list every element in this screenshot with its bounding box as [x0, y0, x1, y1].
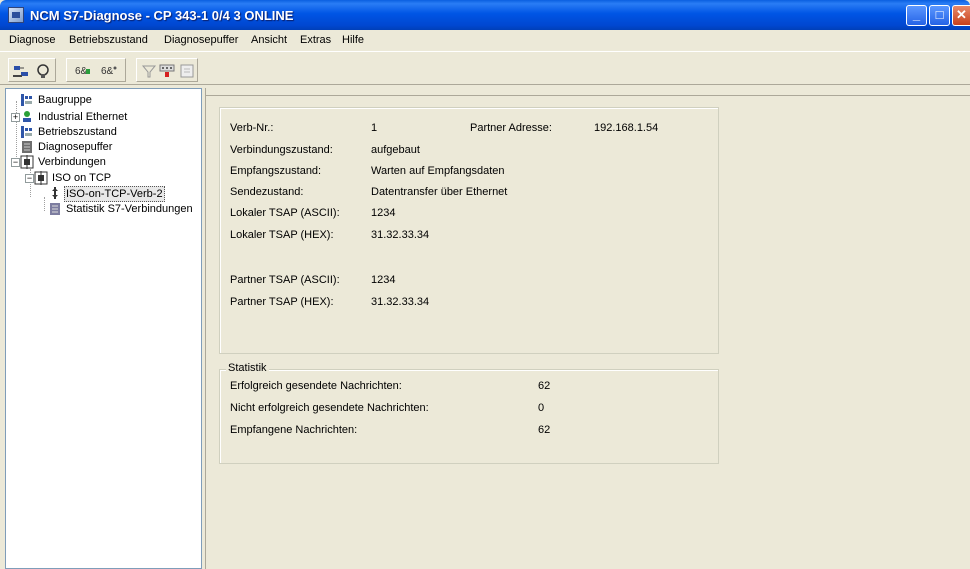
connections-icon — [34, 171, 48, 185]
statistik-group: Statistik Erfolgreich gesendete Nachrich… — [219, 362, 719, 464]
connection-details-group: Verb-Nr.: 1 Partner Adresse: 192.168.1.5… — [219, 107, 719, 354]
partner-tsap-hex-label: Partner TSAP (HEX): — [230, 296, 334, 308]
lokaler-tsap-hex-value: 31.32.33.34 — [371, 229, 430, 241]
nicht-gesendete-nachrichten-label: Nicht erfolgreich gesendete Nachrichten: — [230, 402, 429, 414]
lokaler-tsap-ascii-label: Lokaler TSAP (ASCII): — [230, 207, 340, 219]
nicht-gesendete-nachrichten-value: 0 — [538, 402, 545, 414]
sendezustand-label: Sendezustand: — [230, 186, 304, 198]
tree-item-label: Baugruppe — [38, 94, 92, 106]
gesendete-nachrichten-value: 62 — [538, 380, 551, 392]
buffer-icon — [20, 140, 34, 154]
statistics-icon — [48, 202, 62, 216]
detail-pane: Verb-Nr.: 1 Partner Adresse: 192.168.1.5… — [205, 88, 970, 569]
network-icon — [20, 110, 34, 124]
lokaler-tsap-ascii-value: 1234 — [371, 207, 396, 219]
tree-item-label: Verbindungen — [38, 156, 106, 168]
statistik-title: Statistik — [226, 362, 269, 374]
toolbar-group-connection — [8, 58, 56, 82]
menu-hilfe[interactable]: Hilfe — [342, 34, 364, 46]
expand-toggle[interactable]: + — [11, 113, 20, 122]
verb-nr-label: Verb-Nr.: — [230, 122, 274, 134]
partner-address-label: Partner Adresse: — [470, 122, 552, 134]
verbindungszustand-value: aufgebaut — [371, 144, 420, 156]
partner-tsap-ascii-label: Partner TSAP (ASCII): — [230, 274, 340, 286]
collapse-toggle[interactable]: − — [11, 158, 20, 167]
empfangene-nachrichten-label: Empfangene Nachrichten: — [230, 424, 358, 436]
title-bar[interactable]: NCM S7-Diagnose - CP 343-1 0/4 3 ONLINE … — [0, 0, 970, 30]
sendezustand-value: Datentransfer über Ethernet — [371, 186, 508, 198]
tree-item-label: ISO-on-TCP-Verb-2 — [64, 186, 165, 202]
plug-icon[interactable] — [11, 61, 31, 81]
tree-line — [16, 101, 17, 157]
app-icon — [8, 7, 24, 23]
verb-nr-value: 1 — [371, 122, 378, 134]
tree-item-label: ISO on TCP — [52, 172, 112, 184]
empfangene-nachrichten-value: 62 — [538, 424, 551, 436]
tree-item-label: Industrial Ethernet — [38, 111, 128, 123]
menu-diagnosepuffer[interactable]: Diagnosepuffer — [164, 34, 238, 46]
go-online-icon[interactable]: 6& — [73, 61, 93, 81]
menu-extras[interactable]: Extras — [300, 34, 331, 46]
partner-tsap-hex-value: 31.32.33.34 — [371, 296, 430, 308]
filter-icon[interactable] — [139, 61, 159, 81]
tree-line — [44, 197, 45, 211]
toolbar: 6& 6& — [0, 51, 970, 85]
connections-icon — [20, 155, 34, 169]
empfangszustand-value: Warten auf Empfangsdaten — [371, 165, 505, 177]
tree-item-label: Diagnosepuffer — [38, 141, 113, 153]
toolbar-group-online: 6& 6& — [66, 58, 126, 82]
svg-text:6&: 6& — [101, 66, 114, 77]
window-title: NCM S7-Diagnose - CP 343-1 0/4 3 ONLINE — [30, 8, 294, 23]
disconnect-icon[interactable] — [33, 61, 53, 81]
empfangszustand-label: Empfangszustand: — [230, 165, 322, 177]
verbindungszustand-label: Verbindungszustand: — [230, 144, 333, 156]
module-icon — [20, 125, 34, 139]
maximize-button[interactable]: □ — [929, 5, 950, 26]
tree-item-label: Betriebszustand — [38, 126, 117, 138]
svg-text:6&: 6& — [75, 66, 88, 77]
menu-diagnose[interactable]: Diagnose — [9, 34, 55, 46]
module-icon — [20, 93, 34, 107]
menu-ansicht[interactable]: Ansicht — [251, 34, 287, 46]
menu-betriebszustand[interactable]: Betriebszustand — [69, 34, 148, 46]
update-icon[interactable] — [157, 61, 177, 81]
tree-item-label: Statistik S7-Verbindungen — [66, 203, 193, 215]
lokaler-tsap-hex-label: Lokaler TSAP (HEX): — [230, 229, 334, 241]
link-icon — [50, 186, 64, 200]
partner-tsap-ascii-value: 1234 — [371, 274, 396, 286]
close-button[interactable]: ✕ — [952, 5, 970, 26]
menu-bar: Diagnose Betriebszustand Diagnosepuffer … — [0, 30, 970, 51]
minimize-button[interactable]: _ — [906, 5, 927, 26]
pane-divider — [206, 95, 970, 96]
navigation-tree[interactable]: Baugruppe + Industrial Ethernet Betriebs… — [5, 88, 202, 569]
partner-address-value: 192.168.1.54 — [594, 122, 659, 134]
print-icon[interactable] — [177, 61, 197, 81]
toolbar-group-view — [136, 58, 198, 82]
go-offline-icon[interactable]: 6& — [99, 61, 119, 81]
gesendete-nachrichten-label: Erfolgreich gesendete Nachrichten: — [230, 380, 402, 392]
collapse-toggle[interactable]: − — [25, 174, 34, 183]
